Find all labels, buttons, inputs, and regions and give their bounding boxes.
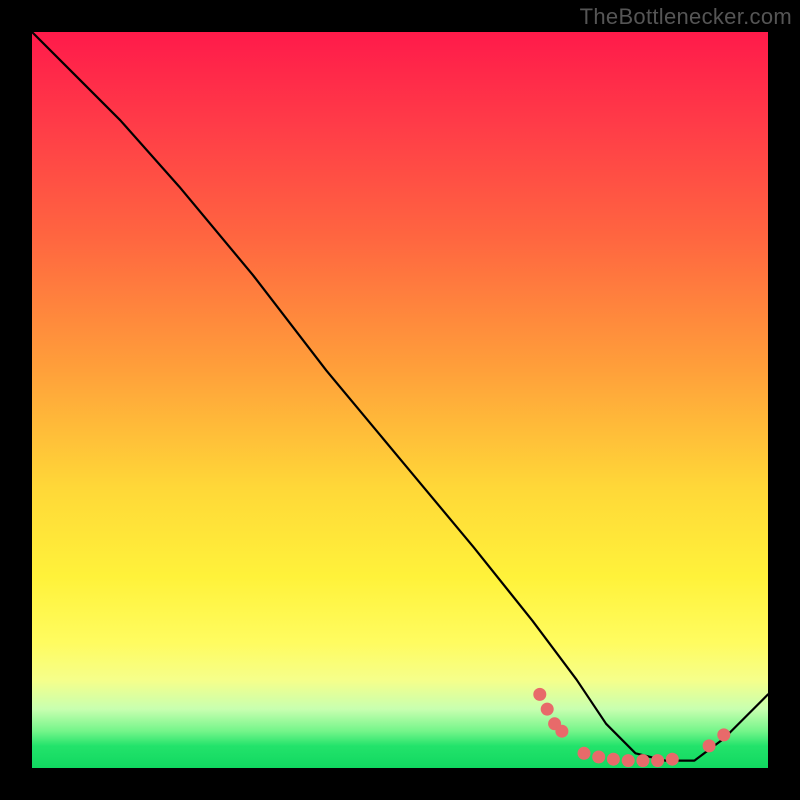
highlight-dot bbox=[717, 728, 730, 741]
highlight-dot bbox=[541, 703, 554, 716]
highlight-dot bbox=[592, 751, 605, 764]
chart-frame: TheBottlenecker.com bbox=[0, 0, 800, 800]
chart-svg bbox=[32, 32, 768, 768]
highlight-dot bbox=[666, 753, 679, 766]
plot-area bbox=[32, 32, 768, 768]
highlight-dot bbox=[703, 739, 716, 752]
highlight-dot bbox=[651, 754, 664, 767]
highlight-dot bbox=[533, 688, 546, 701]
curve-line bbox=[32, 32, 768, 761]
highlight-dot bbox=[607, 753, 620, 766]
highlight-dot bbox=[636, 754, 649, 767]
highlight-dot bbox=[622, 754, 635, 767]
highlight-dot bbox=[555, 725, 568, 738]
attribution-label: TheBottlenecker.com bbox=[580, 4, 792, 30]
highlight-dot bbox=[578, 747, 591, 760]
